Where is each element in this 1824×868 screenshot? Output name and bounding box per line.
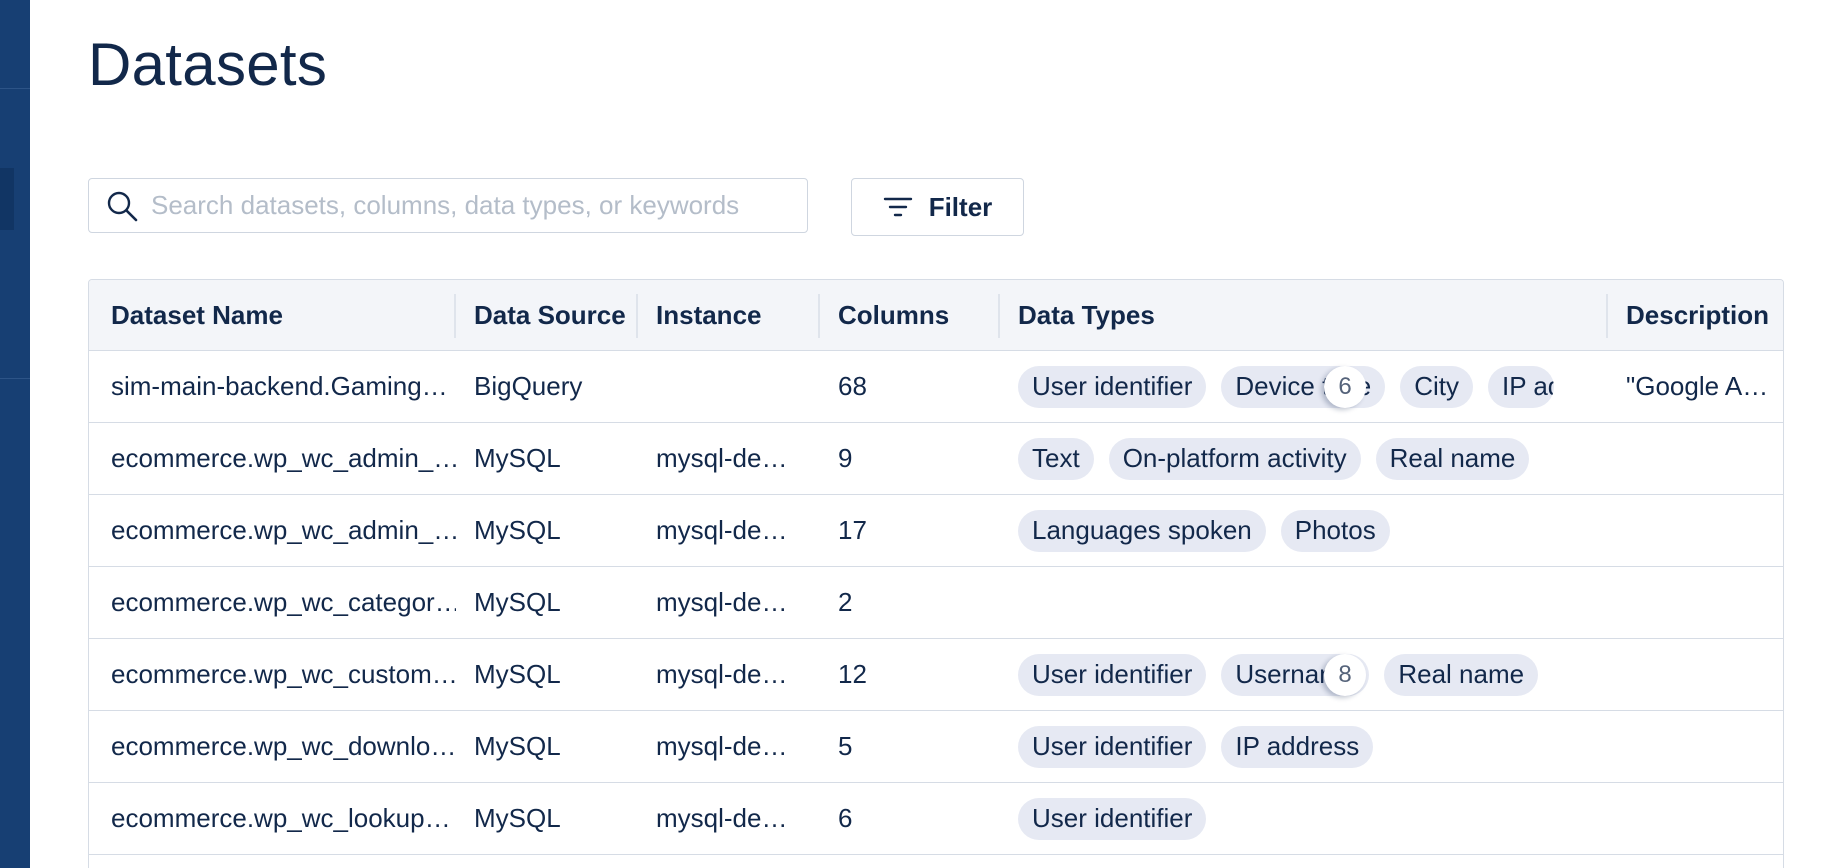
description-cell [1626,783,1776,854]
header-instance[interactable]: Instance [656,280,796,350]
column-resize-handle[interactable] [1606,294,1608,338]
columns-count-cell: 68 [838,371,867,401]
column-resize-handle[interactable] [818,294,820,338]
columns-count-cell: 17 [838,515,867,545]
table-row[interactable]: ecommerce.wp_wc_categor… MySQL mysql-de… 2 [89,567,1783,639]
data-type-chip: City [1400,365,1474,408]
data-types-cell: Text On-platform activity Real name [1018,423,1608,494]
column-resize-handle[interactable] [998,294,1000,338]
search-box[interactable] [88,178,808,233]
data-type-chip: User identifier [1018,653,1207,696]
data-type-chip: Languages spoken [1018,509,1266,552]
data-types-cell: User identifier Username Real name [1018,639,1608,710]
table-row[interactable]: ecommerce.wp_wc_admin_… MySQL mysql-de… 17 L… [89,495,1783,567]
header-description[interactable]: Description [1626,280,1776,350]
instance-cell: mysql-de… [656,803,788,833]
data-type-chip: Photos [1280,509,1390,552]
data-type-chip: On-platform activity [1108,437,1361,480]
data-type-chip: Real name [1375,437,1530,480]
instance-cell [656,351,796,422]
description-cell [1626,495,1776,566]
column-resize-handle[interactable] [454,294,456,338]
description-cell [1626,567,1776,638]
table-row[interactable]: ecommerce.wp_wc_downlo… MySQL mysql-de… 5 Us… [89,711,1783,783]
data-type-chip: IP ad [1488,365,1555,408]
description-cell [1626,423,1776,494]
data-types-cell: Languages spoken Photos [1018,495,1608,566]
table-row[interactable]: ecommerce.wp_wc_lookup… MySQL mysql-de… 6 Us… [89,783,1783,855]
instance-cell: mysql-de… [656,731,788,761]
data-source-cell: MySQL [474,803,561,833]
dataset-name-cell: ecommerce.wp_wc_custom… [111,659,456,689]
more-types-badge[interactable]: 6 [1324,366,1366,408]
sidebar [0,0,30,868]
data-source-cell: MySQL [474,659,561,689]
datasets-table: Dataset Name Data Source Instance Column… [88,279,1784,868]
page-title: Datasets [88,31,328,98]
sidebar-divider [0,378,30,379]
dataset-name-cell: ecommerce.wp_wc_categor… [111,587,456,617]
columns-count-cell: 5 [838,731,853,761]
search-icon [105,189,139,223]
table-row[interactable]: ecommerce.wp_wc_custom… MySQL mysql-de… 12 U… [89,639,1783,711]
data-source-cell: BigQuery [474,371,583,401]
header-dataset-name[interactable]: Dataset Name [111,280,456,350]
instance-cell: mysql-de… [656,443,788,473]
data-source-cell: MySQL [474,515,561,545]
data-type-chip: Real name [1384,653,1539,696]
table-row[interactable]: sim-main-backend.Gaming… BigQuery 68 User i… [89,351,1783,423]
filter-button-label: Filter [928,191,993,222]
header-columns[interactable]: Columns [838,280,978,350]
description-cell: "Google A… [1626,371,1769,401]
dataset-name-cell: ecommerce.wp_wc_admin_… [111,443,456,473]
data-type-chip: User identifier [1018,797,1207,840]
columns-count-cell: 12 [838,659,867,689]
table-body: sim-main-backend.Gaming… BigQuery 68 User i… [89,351,1783,855]
data-types-cell: User identifier IP address [1018,711,1608,782]
dataset-name-cell: ecommerce.wp_wc_admin_… [111,515,456,545]
instance-cell: mysql-de… [656,587,788,617]
columns-count-cell: 2 [838,587,853,617]
data-type-chip: Text [1018,437,1094,480]
description-cell [1626,711,1776,782]
data-source-cell: MySQL [474,443,561,473]
sidebar-active-item[interactable] [0,168,14,230]
filter-icon [883,195,913,219]
data-type-chip: IP address [1221,725,1374,768]
column-resize-handle[interactable] [636,294,638,338]
dataset-name-cell: ecommerce.wp_wc_downlo… [111,731,456,761]
data-types-cell: User identifierDevice typeCityIP ad [1018,351,1608,422]
instance-cell: mysql-de… [656,515,788,545]
columns-count-cell: 6 [838,803,853,833]
header-data-types[interactable]: Data Types [1018,280,1608,350]
data-types-cell: User identifier [1018,783,1608,854]
columns-count-cell: 9 [838,443,853,473]
data-source-cell: MySQL [474,731,561,761]
search-input[interactable] [149,189,793,222]
dataset-name-cell: sim-main-backend.Gaming… [111,371,448,401]
more-types-badge[interactable]: 8 [1324,654,1366,696]
dataset-name-cell: ecommerce.wp_wc_lookup… [111,803,451,833]
data-source-cell: MySQL [474,587,561,617]
header-data-source[interactable]: Data Source [474,280,634,350]
table-row[interactable]: ecommerce.wp_wc_admin_… MySQL mysql-de… 9 Te… [89,423,1783,495]
data-type-chip: User identifier [1018,725,1207,768]
description-cell [1626,639,1776,710]
table-header-row: Dataset Name Data Source Instance Column… [89,280,1783,351]
data-type-chip: User identifier [1018,365,1207,408]
filter-button[interactable]: Filter [851,178,1024,236]
instance-cell: mysql-de… [656,659,788,689]
sidebar-divider [0,88,30,89]
data-types-cell [1018,567,1608,638]
